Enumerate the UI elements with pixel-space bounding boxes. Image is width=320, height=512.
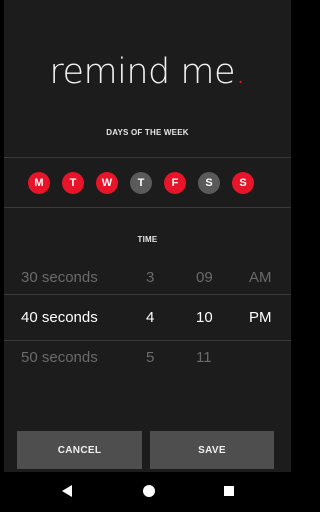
- picker-row-prev: 30 seconds 3 09 AM: [4, 269, 291, 289]
- reminder-screen: remind me. DAYS OF THE WEEK M T W T F S …: [4, 0, 291, 512]
- picker-selection-line-bottom: [4, 340, 291, 341]
- picker-row-next: 50 seconds 5 11: [4, 349, 291, 369]
- divider-mid: [4, 207, 291, 208]
- day-toggle-friday[interactable]: F: [164, 172, 186, 194]
- hour-option[interactable]: 3: [146, 269, 154, 286]
- cancel-button[interactable]: CANCEL: [17, 431, 142, 469]
- save-button[interactable]: SAVE: [150, 431, 274, 469]
- day-toggle-sunday[interactable]: S: [232, 172, 254, 194]
- back-icon[interactable]: [62, 485, 72, 497]
- minute-option[interactable]: 09: [196, 269, 213, 286]
- minute-option[interactable]: 11: [196, 349, 212, 366]
- day-toggle-tuesday[interactable]: T: [62, 172, 84, 194]
- day-toggle-wednesday[interactable]: W: [96, 172, 118, 194]
- hour-option[interactable]: 5: [146, 349, 154, 366]
- app-title-text: remind me: [49, 52, 235, 92]
- picker-selection-line-top: [4, 294, 291, 295]
- day-toggle-thursday[interactable]: T: [130, 172, 152, 194]
- minute-selected[interactable]: 10: [196, 309, 213, 326]
- divider-top: [4, 157, 291, 158]
- time-section-label: TIME: [137, 235, 158, 244]
- duration-option[interactable]: 50 seconds: [21, 349, 98, 366]
- app-title: remind me.: [4, 52, 291, 92]
- recents-icon[interactable]: [224, 486, 234, 496]
- day-toggle-monday[interactable]: M: [28, 172, 50, 194]
- day-toggle-saturday[interactable]: S: [198, 172, 220, 194]
- hour-selected[interactable]: 4: [146, 309, 154, 326]
- days-of-week-selector: M T W T F S S: [28, 172, 254, 194]
- app-title-dot: .: [234, 52, 246, 92]
- period-option[interactable]: AM: [249, 269, 272, 286]
- picker-row-selected: 40 seconds 4 10 PM: [4, 309, 291, 329]
- system-nav-bar: [4, 472, 291, 512]
- duration-selected[interactable]: 40 seconds: [21, 309, 98, 326]
- days-section-label: DAYS OF THE WEEK: [106, 128, 189, 137]
- duration-option[interactable]: 30 seconds: [21, 269, 98, 286]
- period-selected[interactable]: PM: [249, 309, 272, 326]
- home-icon[interactable]: [143, 485, 155, 497]
